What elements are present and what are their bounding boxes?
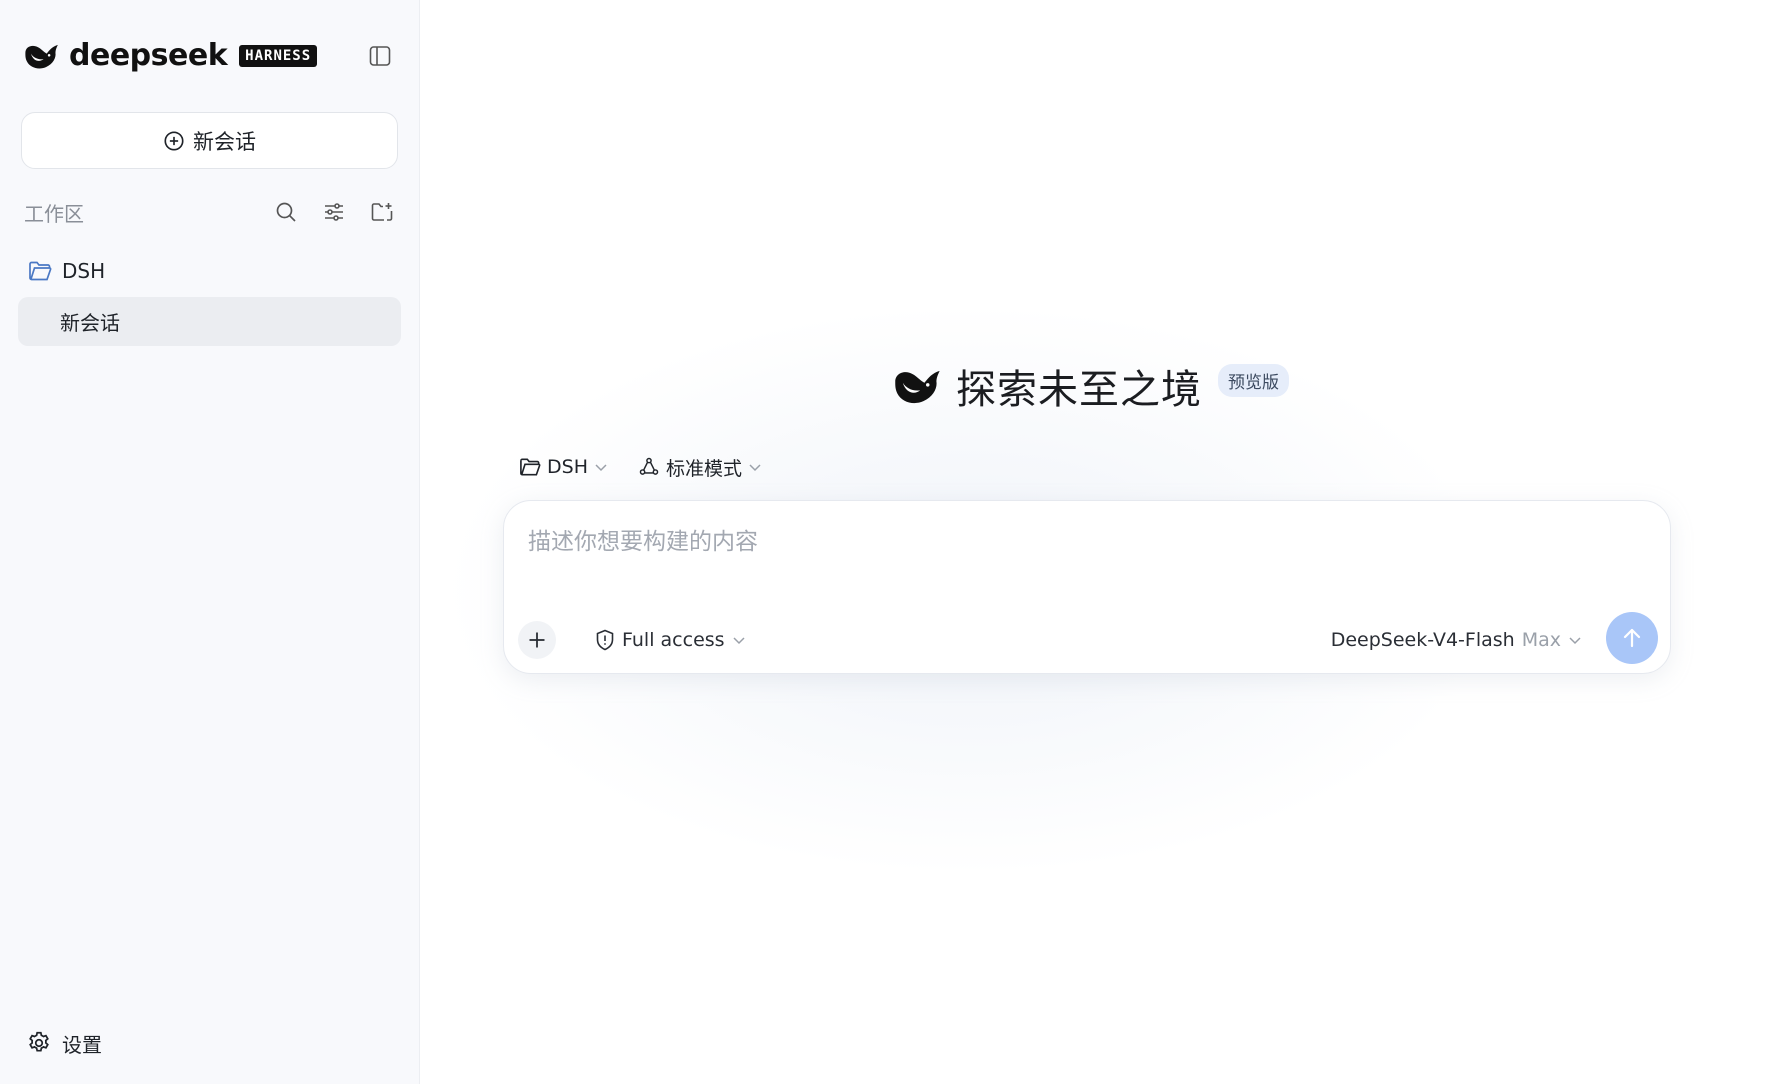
mode-selector-label: 标准模式	[665, 457, 742, 480]
hero-title: 探索未至之境	[956, 367, 1202, 413]
whale-icon	[895, 370, 940, 404]
chevron-down-icon	[595, 464, 607, 472]
gear-icon	[29, 1031, 49, 1052]
chevron-down-icon	[1569, 637, 1581, 645]
workspace-tools	[272, 198, 396, 226]
workspace-title: 工作区	[24, 201, 84, 226]
composer: Full access DeepSeek-V4-Flash Max	[503, 500, 1671, 674]
attach-button[interactable]	[518, 621, 556, 659]
model-selector[interactable]: DeepSeek-V4-Flash Max	[1331, 623, 1582, 657]
workspace-selector[interactable]: DSH	[519, 456, 608, 478]
preview-badge: 预览版	[1218, 363, 1289, 397]
brand-badge: HARNESS	[239, 45, 318, 67]
send-button[interactable]	[1606, 612, 1658, 664]
hero: 探索未至之境 预览版	[892, 360, 1289, 413]
chevron-down-icon	[749, 464, 761, 472]
composer-selectors: DSH 标准模式	[519, 450, 762, 484]
chat-item-label: 新会话	[60, 311, 120, 335]
mode-selector[interactable]: 标准模式	[638, 454, 762, 481]
workspace-header: 工作区	[24, 196, 396, 228]
model-name: DeepSeek-V4-Flash	[1330, 629, 1515, 651]
access-selector[interactable]: Full access	[595, 623, 746, 657]
sidebar-toggle-button[interactable]	[366, 42, 394, 70]
whale-icon	[25, 44, 58, 69]
folder-item-dsh[interactable]: DSH	[28, 255, 105, 287]
chevron-down-icon	[733, 637, 745, 645]
new-folder-button[interactable]	[368, 198, 396, 226]
new-chat-label: 新会话	[193, 129, 256, 154]
new-folder-icon	[371, 203, 393, 221]
brand: deepseek HARNESS	[23, 36, 318, 76]
filter-icon	[325, 203, 343, 221]
plus-circle-icon	[164, 130, 184, 151]
arrow-up-icon	[1623, 628, 1641, 648]
search-icon	[276, 202, 296, 222]
brand-name: deepseek	[69, 38, 228, 73]
chat-item-selected[interactable]: 新会话	[18, 297, 401, 346]
main-area: 探索未至之境 预览版 DSH 标准模式 描述你想要构建的内容 Full acce…	[420, 0, 1765, 1084]
folder-icon	[520, 458, 541, 476]
folder-icon	[29, 261, 52, 281]
access-label: Full access	[622, 629, 725, 651]
shield-icon	[596, 629, 614, 651]
model-mode: Max	[1521, 629, 1561, 651]
settings-button[interactable]: 设置	[26, 1026, 102, 1060]
sidebar: deepseek HARNESS 新会话 工作区 DSH 新会话 设置	[0, 0, 420, 1084]
settings-label: 设置	[62, 1032, 102, 1057]
app-window: deepseek HARNESS 新会话 工作区 DSH 新会话 设置 探索未至…	[0, 0, 1765, 1084]
sidebar-toggle-icon	[369, 46, 391, 66]
search-button[interactable]	[272, 198, 300, 226]
recycle-icon	[639, 457, 659, 475]
folder-label: DSH	[62, 259, 106, 283]
filter-button[interactable]	[320, 198, 348, 226]
new-chat-button[interactable]: 新会话	[21, 112, 398, 169]
prompt-input[interactable]	[526, 517, 1646, 567]
workspace-selector-label: DSH	[547, 456, 588, 478]
plus-icon	[529, 632, 545, 648]
